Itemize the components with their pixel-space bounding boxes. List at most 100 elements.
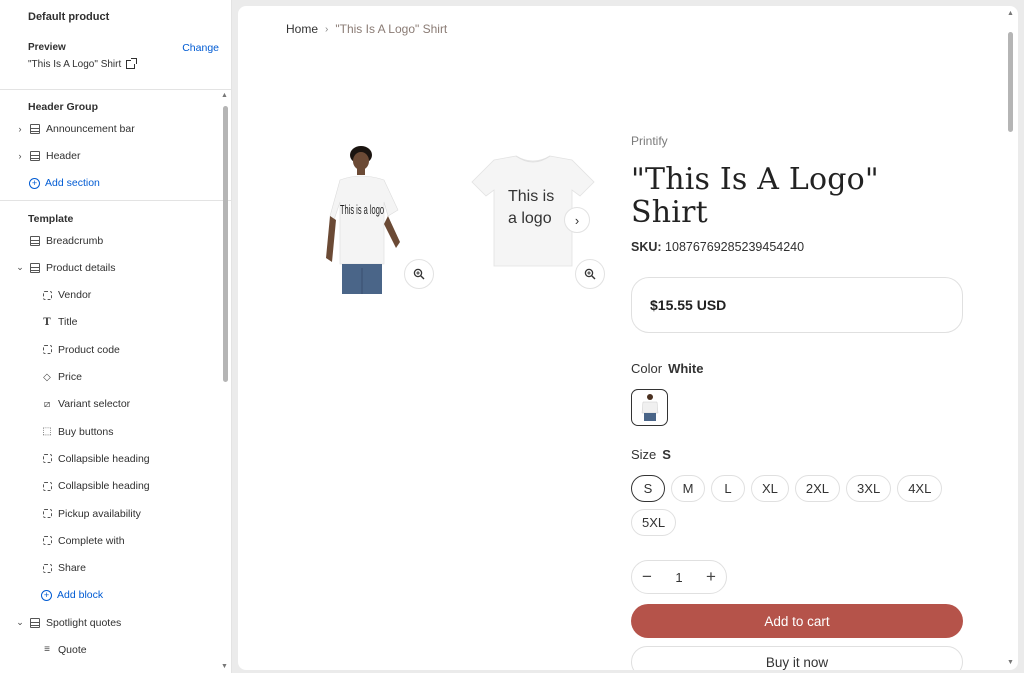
gallery-next-button[interactable]: ›: [564, 207, 590, 233]
minus-icon[interactable]: −: [642, 567, 652, 587]
zoom-button[interactable]: [575, 259, 605, 289]
block-label: Collapsible heading: [58, 452, 150, 465]
block-vendor[interactable]: Vendor: [0, 281, 231, 308]
block-title[interactable]: T Title: [0, 309, 231, 336]
size-option[interactable]: 4XL: [897, 475, 943, 502]
block-label: Title: [58, 316, 78, 329]
block-label: Product code: [58, 343, 120, 356]
color-label: Color: [631, 361, 663, 376]
size-option[interactable]: 3XL: [846, 475, 892, 502]
block-quote[interactable]: ≡ Quote: [0, 636, 231, 663]
sidebar-item-label: Breadcrumb: [46, 234, 104, 247]
dashed-box-icon: [41, 344, 53, 356]
sidebar-item-announcement-bar[interactable]: › Announcement bar: [0, 115, 231, 142]
block-label: Price: [58, 371, 82, 384]
product-sku: SKU: 10876769285239454240: [631, 240, 963, 254]
size-value: S: [662, 447, 671, 462]
theme-editor-sidebar: Default product Preview Change "This Is …: [0, 0, 232, 673]
color-swatch-white[interactable]: [631, 389, 668, 426]
breadcrumb-current: "This Is A Logo" Shirt: [335, 22, 448, 36]
chevron-down-icon[interactable]: ⌄: [16, 262, 24, 273]
flat-shirt-print-line1: This is: [508, 188, 554, 205]
scroll-up-arrow-icon[interactable]: ▲: [221, 92, 228, 99]
sidebar-item-label: Product details: [46, 261, 116, 274]
scroll-down-arrow-icon[interactable]: ▼: [221, 663, 228, 670]
block-label: Vendor: [58, 289, 92, 302]
text-lines-icon: ≡: [44, 644, 50, 656]
scroll-up-arrow-icon[interactable]: ▲: [1007, 10, 1014, 17]
block-buy-buttons[interactable]: ⬚ Buy buttons: [0, 418, 231, 445]
block-label: Complete with: [58, 534, 125, 547]
section-icon: [29, 617, 41, 629]
block-variant-selector[interactable]: ⧄ Variant selector: [0, 391, 231, 418]
block-pickup-availability[interactable]: Pickup availability: [0, 500, 231, 527]
header-group-section: Header Group › Announcement bar › Header…: [0, 90, 231, 201]
block-label: Quote: [58, 643, 87, 656]
add-section-button[interactable]: + Add section: [0, 170, 231, 197]
product-gallery: This is a logo This is a logo ›: [326, 134, 616, 304]
variant-icon: ⧄: [43, 398, 51, 410]
plus-circle-icon: +: [41, 589, 52, 601]
size-option[interactable]: M: [671, 475, 705, 502]
zoom-button[interactable]: [404, 259, 434, 289]
sidebar-item-label: Announcement bar: [46, 122, 135, 135]
sidebar-header: Default product Preview Change "This Is …: [0, 0, 231, 90]
preview-scrollbar[interactable]: ▲ ▼: [1007, 10, 1015, 666]
block-complete-with[interactable]: Complete with: [0, 527, 231, 554]
scroll-down-arrow-icon[interactable]: ▼: [1007, 659, 1014, 666]
storefront-preview: Home › "This Is A Logo" Shirt This is a …: [238, 6, 1018, 670]
size-option[interactable]: S: [631, 475, 665, 502]
sidebar-item-spotlight-quotes[interactable]: ⌄ Spotlight quotes: [0, 609, 231, 636]
cursor-icon: ⬚: [42, 426, 52, 438]
add-block-button[interactable]: + Add block: [0, 582, 231, 609]
scrollbar-thumb[interactable]: [223, 106, 228, 382]
dashed-box-icon: [41, 535, 53, 547]
add-to-cart-button[interactable]: Add to cart: [631, 604, 963, 638]
size-option[interactable]: L: [711, 475, 745, 502]
plus-icon[interactable]: +: [706, 567, 716, 587]
sidebar-item-product-details[interactable]: ⌄ Product details: [0, 254, 231, 281]
chevron-right-icon[interactable]: ›: [16, 151, 24, 161]
price-box: $15.55 USD: [631, 277, 963, 333]
size-option[interactable]: XL: [751, 475, 789, 502]
chevron-down-icon[interactable]: ⌄: [16, 617, 24, 628]
preview-product-link[interactable]: "This Is A Logo" Shirt: [28, 58, 219, 70]
price-tag-icon: ◇: [43, 371, 51, 383]
quantity-value[interactable]: 1: [675, 570, 682, 585]
block-collapsible-heading[interactable]: Collapsible heading: [0, 473, 231, 500]
block-product-code[interactable]: Product code: [0, 336, 231, 363]
scrollbar-thumb[interactable]: [1008, 32, 1013, 132]
color-value: White: [668, 361, 704, 376]
block-price[interactable]: ◇ Price: [0, 363, 231, 390]
change-preview-link[interactable]: Change: [182, 42, 219, 54]
header-group-heading: Header Group: [28, 101, 99, 113]
breadcrumb-home-link[interactable]: Home: [286, 22, 318, 36]
sku-value: 10876769285239454240: [665, 240, 805, 254]
model-shirt-print: This is a logo: [340, 202, 384, 217]
size-option[interactable]: 5XL: [631, 509, 677, 536]
buy-now-button[interactable]: Buy it now: [631, 646, 963, 670]
dashed-box-icon: [41, 453, 53, 465]
size-option-label: Size S: [631, 447, 963, 462]
block-label: Pickup availability: [58, 507, 141, 520]
size-option[interactable]: 2XL: [794, 475, 841, 502]
title-icon: T: [43, 316, 51, 328]
preview-label: Preview: [28, 42, 66, 53]
block-share[interactable]: Share: [0, 554, 231, 581]
chevron-right-icon[interactable]: ›: [16, 124, 24, 134]
add-section-label: Add section: [45, 177, 100, 190]
chevron-right-icon: ›: [574, 212, 580, 228]
section-icon: [29, 123, 41, 135]
sidebar-item-label: Spotlight quotes: [46, 616, 122, 629]
block-label: Share: [58, 562, 87, 575]
block-label: Collapsible heading: [58, 480, 150, 493]
sidebar-item-header[interactable]: › Header: [0, 142, 231, 169]
block-label: Buy buttons: [58, 425, 114, 438]
sidebar-item-breadcrumb[interactable]: Breadcrumb: [0, 227, 231, 254]
zoom-in-icon: [584, 268, 596, 280]
sidebar-scrollbar[interactable]: ▲ ▼: [221, 92, 228, 670]
dashed-box-icon: [41, 562, 53, 574]
template-section: Template Breadcrumb ⌄ Product details Ve…: [0, 201, 231, 664]
block-collapsible-heading[interactable]: Collapsible heading: [0, 445, 231, 472]
external-link-icon: [126, 58, 138, 69]
